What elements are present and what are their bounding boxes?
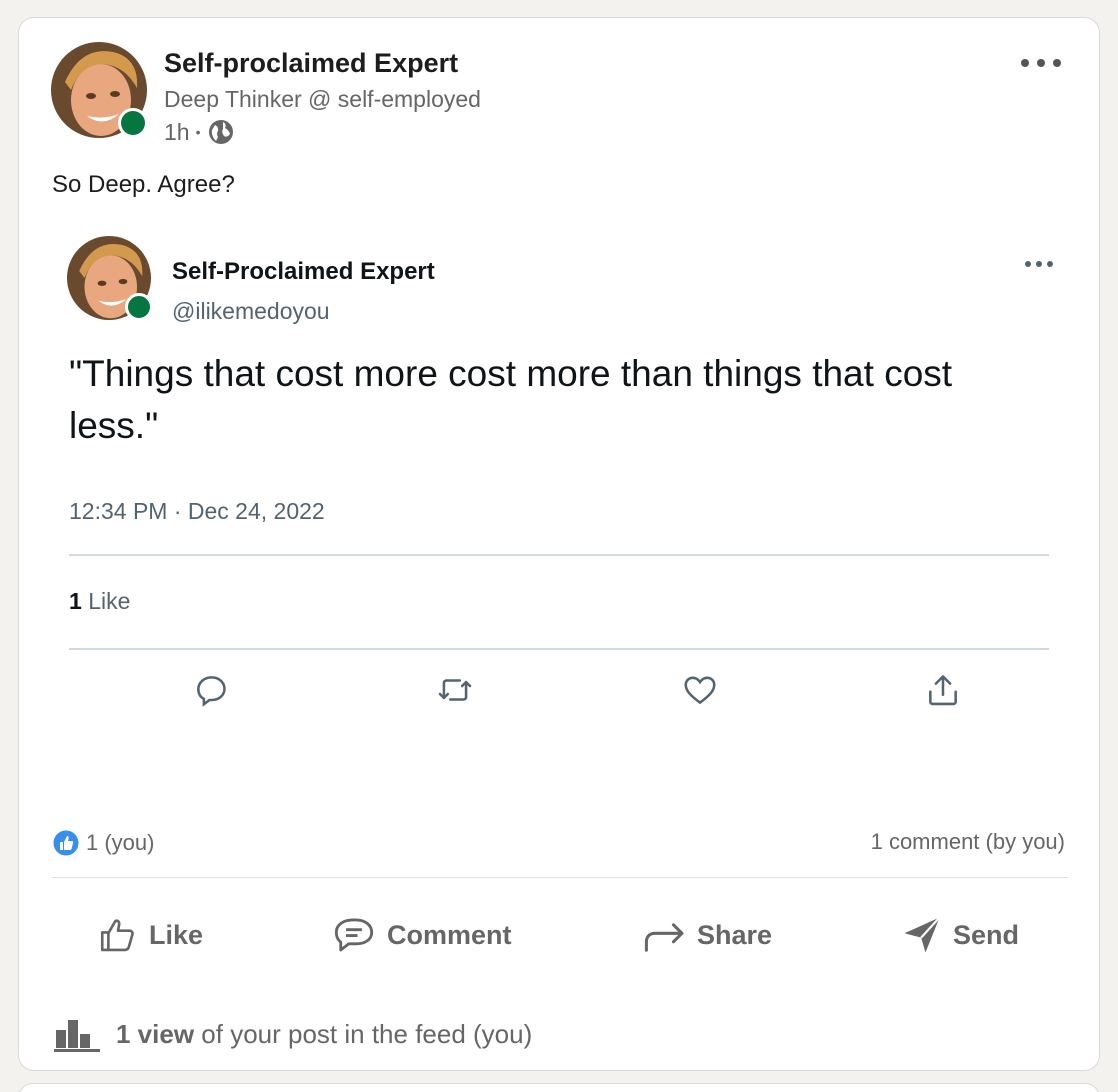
tweet-heart-icon (681, 671, 721, 711)
post-analytics[interactable]: 1 view of your post in the feed (you) (54, 1016, 532, 1052)
like-button-label: Like (149, 919, 204, 950)
send-button[interactable]: Send (901, 910, 1019, 960)
views-count: 1 view (116, 1018, 195, 1049)
tweet-avatar (67, 236, 153, 321)
share-button[interactable]: Share (643, 910, 772, 960)
online-status-dot (118, 108, 148, 138)
author-headline: Deep Thinker @ self-employed (164, 86, 481, 112)
comment-icon (331, 915, 377, 955)
post-body: So Deep. Agree? (52, 171, 235, 198)
comment-button-label: Comment (387, 919, 512, 950)
tweet-like-count: 1 (69, 588, 82, 614)
tweet-like-label: Like (88, 588, 131, 614)
tweet-more-icon (1024, 248, 1054, 274)
embedded-tweet[interactable]: Self-Proclaimed Expert @ilikemedoyou "Th… (52, 228, 1070, 788)
author-name[interactable]: Self-proclaimed Expert (164, 48, 458, 79)
tweet-handle: @ilikemedoyou (172, 298, 330, 324)
send-button-label: Send (953, 919, 1020, 950)
post-meta: 1h • (164, 118, 235, 146)
reactions-summary[interactable]: 1 (you) (52, 829, 154, 857)
more-icon (1021, 59, 1061, 67)
tweet-retweet-icon (435, 671, 475, 711)
bar-chart-icon (54, 1016, 100, 1052)
tweet-timestamp: 12:34 PM · Dec 24, 2022 (69, 498, 325, 524)
post-options-button[interactable] (1019, 44, 1063, 76)
like-button[interactable]: Like (97, 910, 203, 960)
author-avatar[interactable] (51, 42, 148, 138)
reactions-count: 1 (you) (86, 830, 155, 855)
share-button-label: Share (697, 919, 773, 950)
comments-count[interactable]: 1 comment (by you) (871, 829, 1065, 855)
tweet-divider-bottom (69, 648, 1049, 650)
send-icon (901, 913, 943, 957)
tweet-author-name: Self-Proclaimed Expert (172, 258, 435, 285)
social-divider (52, 877, 1068, 878)
comment-button[interactable]: Comment (331, 910, 512, 960)
next-post-card (18, 1083, 1100, 1092)
tweet-like-stats: 1 Like (69, 588, 130, 615)
tweet-divider-top (69, 554, 1049, 556)
post-time: 1h (164, 118, 190, 145)
tweet-reply-icon (192, 671, 232, 711)
globe-icon (207, 118, 235, 146)
post-card: Self-proclaimed Expert Deep Thinker @ se… (18, 17, 1100, 1071)
tweet-text: "Things that cost more cost more than th… (69, 353, 953, 446)
tweet-online-dot (125, 293, 153, 321)
like-reaction-icon (52, 829, 80, 857)
meta-separator: • (195, 124, 201, 140)
tweet-share-icon (924, 671, 964, 711)
share-arrow-icon (643, 916, 687, 954)
views-description: of your post in the feed (you) (201, 1018, 533, 1049)
thumbs-up-icon (97, 913, 139, 957)
